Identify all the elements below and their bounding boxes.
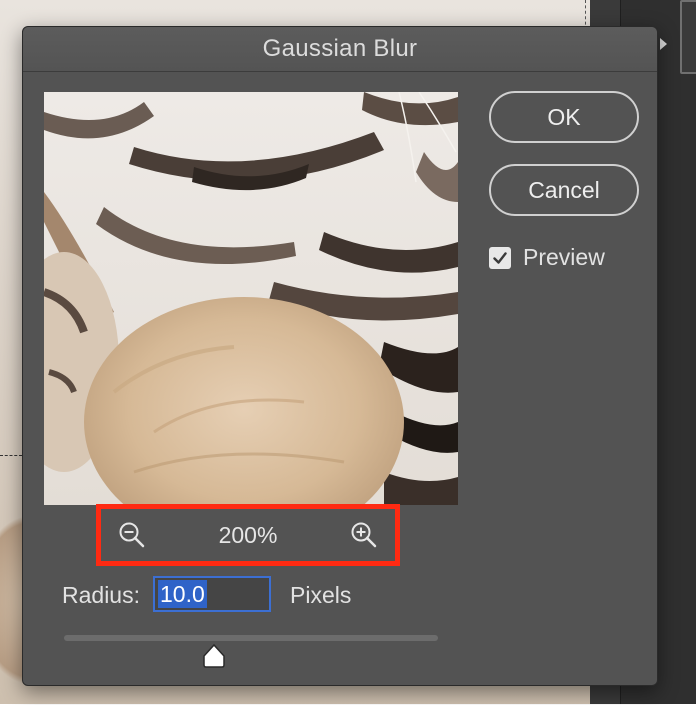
panel-tab[interactable] [680, 0, 696, 74]
radius-input[interactable]: 10.0 [153, 576, 271, 612]
gaussian-blur-dialog: Gaussian Blur 200% Radius: 10.0 Pixels O… [22, 26, 658, 686]
checkmark-icon [493, 251, 507, 264]
cancel-button[interactable]: Cancel [489, 164, 639, 216]
selection-marquee [0, 455, 22, 705]
radius-value: 10.0 [158, 580, 207, 608]
slider-thumb-icon [202, 643, 225, 668]
preview-checkbox-row[interactable]: Preview [489, 244, 605, 271]
zoom-controls: 200% [101, 509, 395, 561]
blur-preview-image[interactable] [44, 92, 458, 505]
preview-label: Preview [523, 244, 605, 270]
dialog-title-bar[interactable]: Gaussian Blur [23, 27, 657, 72]
zoom-out-button[interactable] [115, 518, 149, 552]
panel-expand-arrow-icon[interactable] [660, 38, 667, 50]
ok-button[interactable]: OK [489, 91, 639, 143]
preview-fur-image [44, 92, 458, 505]
radius-slider-track[interactable] [64, 635, 438, 641]
radius-units-label: Pixels [290, 582, 352, 608]
zoom-out-icon [119, 522, 145, 548]
zoom-in-icon [351, 522, 377, 548]
zoom-in-button[interactable] [347, 518, 381, 552]
radius-slider-thumb[interactable] [202, 643, 226, 669]
preview-checkbox[interactable] [489, 246, 511, 269]
zoom-level: 200% [218, 521, 278, 548]
radius-label: Radius: [62, 582, 140, 608]
dialog-title: Gaussian Blur [262, 35, 418, 62]
